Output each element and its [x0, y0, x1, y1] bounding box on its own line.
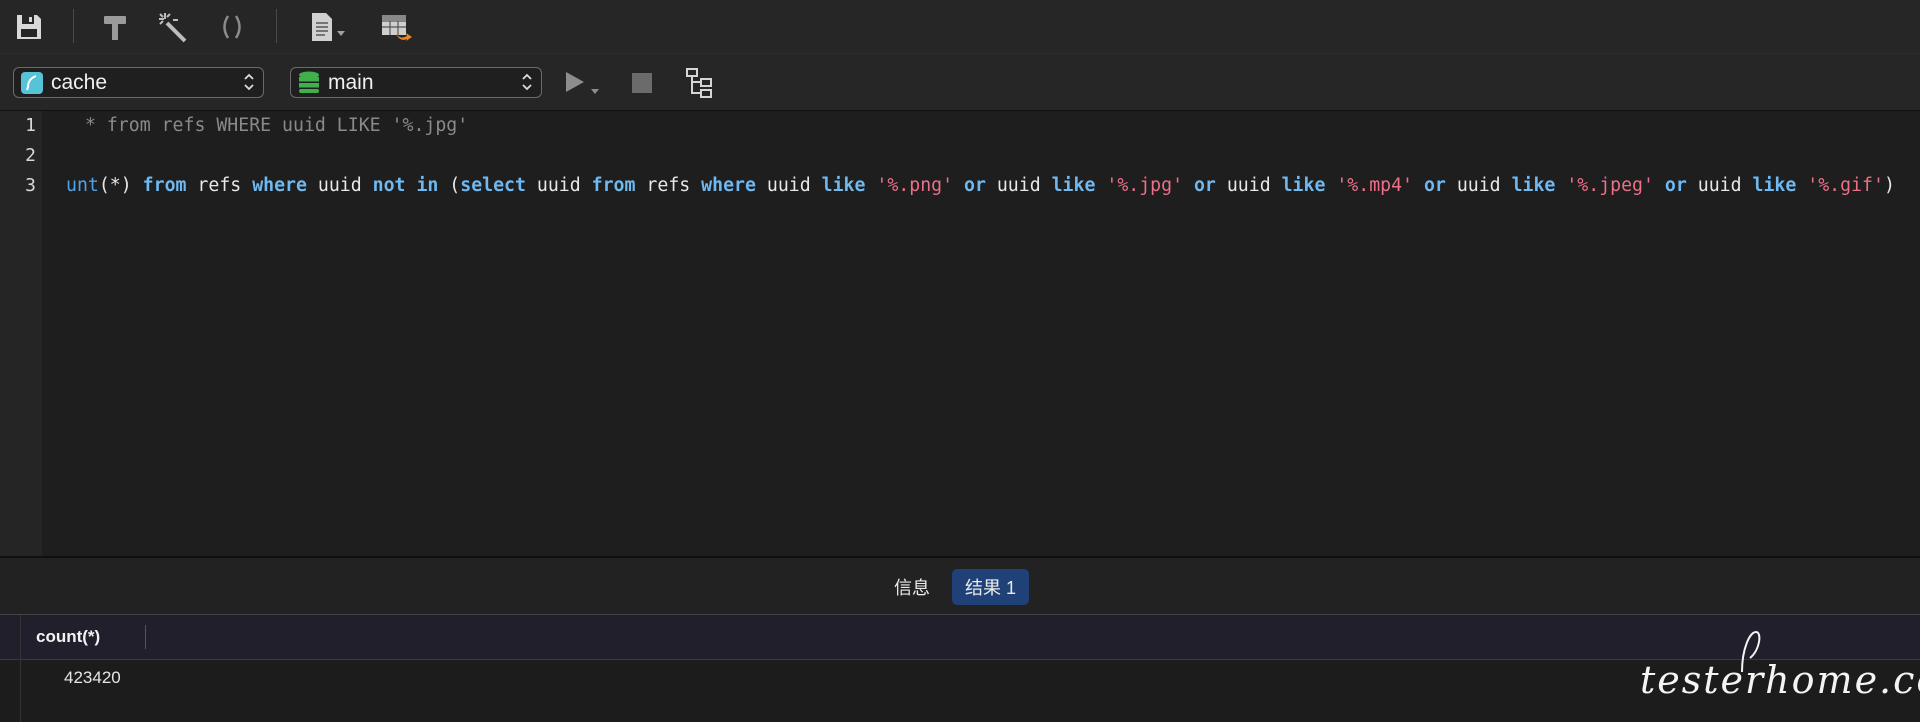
hammer-icon[interactable] [98, 10, 132, 44]
line-gutter: 1 2 3 [0, 111, 42, 556]
database-icon [299, 71, 319, 93]
result-tabs: 信息 结果 1 [0, 556, 1920, 615]
line-number: 3 [25, 175, 36, 196]
schema-select-label: main [328, 70, 374, 94]
run-button[interactable] [562, 66, 602, 100]
line-number: 1 [25, 115, 36, 136]
toolbar-separator [276, 9, 277, 43]
row-header [0, 660, 21, 722]
table-export-icon[interactable] [378, 10, 416, 44]
watermark: testerhome.com [1640, 628, 1920, 708]
chevron-updown-icon [522, 73, 532, 91]
code-line-3: unt(*) from refs where uuid not in (sele… [66, 175, 1895, 196]
result-grid-body: 423420 [0, 660, 1920, 722]
chevron-updown-icon [244, 73, 254, 91]
tab-result-1[interactable]: 结果 1 [952, 569, 1030, 605]
database-select-label: cache [51, 70, 108, 94]
schema-select[interactable]: main [290, 67, 542, 98]
database-select[interactable]: cache [13, 67, 264, 98]
explain-button[interactable] [683, 66, 719, 100]
play-icon [566, 72, 599, 94]
tab-info[interactable]: 信息 [881, 569, 943, 605]
code-line-1: * from refs WHERE uuid LIKE '%.jpg' [74, 115, 469, 136]
save-icon[interactable] [12, 10, 46, 44]
tree-icon [686, 68, 712, 98]
feather-icon [21, 71, 43, 94]
magic-wand-icon[interactable] [156, 10, 190, 44]
table-cell[interactable]: 423420 [64, 668, 121, 688]
stop-icon [632, 73, 652, 93]
parentheses-icon[interactable] [215, 10, 249, 44]
toolbar-separator [73, 9, 74, 43]
toolbar [0, 0, 1920, 54]
document-icon[interactable] [306, 10, 354, 44]
watermark-text: testerhome.com [1640, 658, 1920, 702]
column-header-count[interactable]: count(*) [36, 627, 100, 647]
line-number: 2 [25, 145, 36, 166]
connection-bar: cache main [0, 54, 1920, 111]
stop-button[interactable] [628, 66, 656, 100]
row-header-corner [0, 615, 21, 660]
result-grid-header: count(*) [0, 615, 1920, 660]
column-resize-handle[interactable] [145, 625, 146, 649]
sql-editor[interactable]: 1 2 3 * from refs WHERE uuid LIKE '%.jpg… [0, 111, 1920, 556]
